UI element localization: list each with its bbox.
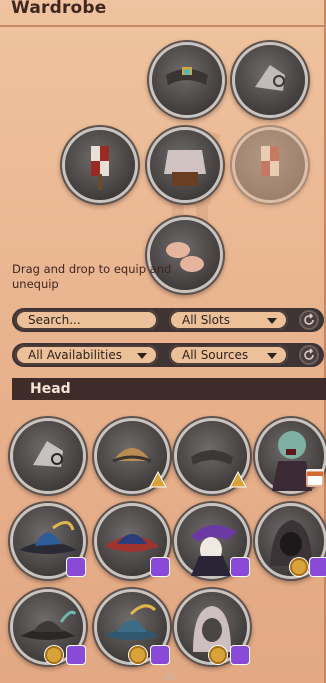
section-header-head: Head — [12, 378, 326, 400]
panel-title: Wardrobe — [11, 0, 107, 18]
twitch-icon — [151, 558, 169, 576]
equip-slot-banner[interactable] — [65, 130, 135, 200]
item-tan-helm[interactable] — [97, 421, 167, 491]
title-divider — [0, 25, 324, 27]
equip-slot-chest[interactable] — [150, 130, 220, 200]
sources-label: All Sources — [182, 348, 249, 362]
item-dark-hood[interactable] — [258, 506, 326, 576]
twitch-icon — [151, 646, 169, 664]
twitch-icon — [310, 558, 326, 576]
availability-dropdown[interactable]: All Availabilities — [15, 345, 158, 365]
chevron-down-icon — [137, 353, 147, 359]
item-black-feather-hat[interactable] — [13, 592, 85, 664]
gold-tier-icon — [149, 471, 167, 489]
reset-icon — [304, 313, 314, 325]
reset-icon — [304, 348, 314, 360]
twitch-icon — [231, 646, 249, 664]
twitch-icon — [231, 558, 249, 576]
reset-filters-button[interactable] — [299, 345, 319, 365]
item-teal-feather-hat[interactable] — [97, 592, 169, 664]
chevron-down-icon — [267, 353, 277, 359]
slot-filter-label: All Slots — [182, 313, 230, 327]
item-iron-circlet[interactable] — [177, 421, 247, 491]
item-blue-feather-hat[interactable] — [13, 506, 85, 576]
item-grey-cowl[interactable] — [177, 592, 249, 664]
item-default-hood[interactable] — [13, 421, 83, 491]
twitch-icon — [67, 646, 85, 664]
scroll-indicator-icon[interactable] — [162, 670, 178, 680]
equip-slot-cosmetic[interactable] — [235, 45, 305, 115]
twitch-icon — [67, 558, 85, 576]
calendar-icon — [306, 469, 324, 487]
item-jester-hat[interactable] — [177, 506, 249, 576]
slot-filter-dropdown[interactable]: All Slots — [169, 310, 288, 330]
coin-icon — [129, 646, 147, 664]
availability-label: All Availabilities — [28, 348, 122, 362]
gold-tier-icon — [229, 471, 247, 489]
chevron-down-icon — [267, 318, 277, 324]
drag-drop-hint: Drag and drop to equip and unequip — [12, 262, 172, 291]
coin-icon — [209, 646, 227, 664]
coin-icon — [290, 558, 308, 576]
coin-icon — [45, 646, 63, 664]
search-input[interactable]: Search... — [15, 310, 158, 330]
sources-dropdown[interactable]: All Sources — [169, 345, 288, 365]
equip-slot-offhand[interactable] — [235, 130, 305, 200]
item-ghoul-mask[interactable] — [258, 421, 324, 491]
equip-slot-head[interactable] — [152, 45, 222, 115]
reset-search-button[interactable] — [299, 310, 319, 330]
item-red-pirate-hat[interactable] — [97, 506, 169, 576]
